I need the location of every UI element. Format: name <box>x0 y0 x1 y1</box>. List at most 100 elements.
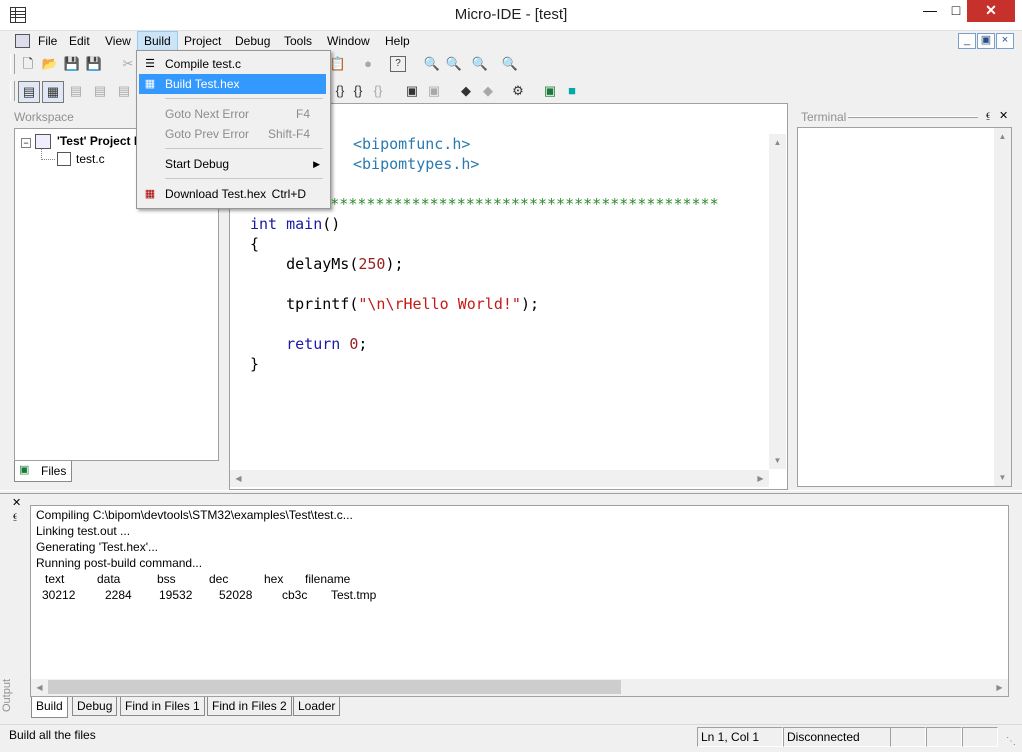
menu-item-label: Goto Next Error <box>165 107 250 121</box>
menu-item-compile[interactable]: ☰ Compile test.c <box>139 54 326 74</box>
output-pin-icon[interactable]: ⍷ <box>12 510 19 523</box>
output-toggle-icon[interactable]: ▦ <box>42 81 64 103</box>
output-close-icon[interactable]: ✕ <box>12 496 21 509</box>
menu-edit[interactable]: Edit <box>63 32 96 50</box>
tree-project-label[interactable]: 'Test' Project F <box>57 134 141 148</box>
menu-help[interactable]: Help <box>379 32 416 50</box>
menu-project[interactable]: Project <box>178 32 227 50</box>
output-tab-loader[interactable]: Loader <box>293 697 341 716</box>
find-prev-icon[interactable]: 🔍 <box>470 54 490 74</box>
document-icon[interactable] <box>15 34 30 48</box>
terminal-area[interactable]: ▲ ▼ <box>797 127 1012 487</box>
compile-toolbar-icon[interactable]: ▣ <box>402 81 422 101</box>
menu-item-shortcut: F4 <box>295 107 310 121</box>
size-value-hex: cb3c <box>282 588 308 602</box>
find-next-icon[interactable]: 🔍 <box>444 54 464 74</box>
step-over-icon[interactable]: {} <box>348 81 368 101</box>
find-in-files-icon[interactable]: 🔍 <box>500 54 520 74</box>
maximize-button[interactable]: □ <box>945 0 967 22</box>
paste-icon[interactable]: 📋 <box>328 54 348 74</box>
run-icon[interactable]: ◆ <box>456 81 476 101</box>
save-icon[interactable]: 💾 <box>62 54 82 74</box>
output-line: Linking test.out ... <box>36 524 131 538</box>
braces-icon[interactable]: {} <box>330 81 350 101</box>
menu-item-download[interactable]: ▦ Download Test.hex Ctrl+D <box>139 184 326 204</box>
new-file-icon[interactable]: 🗋 <box>18 54 38 74</box>
files-icon: ▣ <box>19 464 30 476</box>
workspace-tab-files[interactable]: ▣ Files <box>14 461 72 482</box>
terminal-pin-icon[interactable]: ⍷ <box>985 109 992 122</box>
terminal-title: Terminal <box>801 110 847 124</box>
mdi-minimize-button[interactable]: _ <box>958 33 976 49</box>
submenu-arrow-icon: ▶ <box>313 159 320 169</box>
close-button[interactable]: ✕ <box>967 0 1015 22</box>
mdi-restore-button[interactable]: ▣ <box>977 33 995 49</box>
output-tab-build[interactable]: Build <box>31 697 68 718</box>
menu-tools[interactable]: Tools <box>278 32 318 50</box>
menu-item-start-debug[interactable]: Start Debug ▶ <box>139 154 326 174</box>
help-icon[interactable]: ? <box>390 56 406 72</box>
scroll-down-arrow[interactable]: ▼ <box>769 452 786 469</box>
minimize-button[interactable]: — <box>915 0 945 22</box>
settings-icon[interactable]: ⚙ <box>508 81 528 101</box>
build-menu: ☰ Compile test.c ▦ Build Test.hex Goto N… <box>136 50 331 209</box>
resize-grip[interactable]: ⋱ <box>1006 736 1016 747</box>
output-scroll-right[interactable]: ▶ <box>991 679 1008 696</box>
menu-item-label: Compile test.c <box>165 57 242 71</box>
scroll-right-arrow[interactable]: ▶ <box>752 470 769 487</box>
code-line: { <box>250 234 259 254</box>
compile-icon: ☰ <box>145 58 155 70</box>
mdi-close-button[interactable]: × <box>996 33 1014 49</box>
collapse-toggle[interactable]: − <box>21 138 31 148</box>
open-folder-icon[interactable]: 📂 <box>40 54 60 74</box>
editor-horizontal-scrollbar[interactable]: ◀ ▶ <box>230 470 769 487</box>
output-scroll-thumb[interactable] <box>48 680 621 694</box>
terminal-close-icon[interactable]: ✕ <box>999 109 1008 122</box>
window-icon[interactable]: ▤ <box>90 81 110 101</box>
size-header-dec: dec <box>209 572 229 586</box>
output-tab-find-in-files-1[interactable]: Find in Files 1 <box>120 697 205 716</box>
cut-icon[interactable]: ✂ <box>118 54 138 74</box>
code-token: delayMs( <box>250 255 359 273</box>
output-horizontal-scrollbar[interactable]: ◀ ▶ <box>31 679 1008 696</box>
editor-vertical-scrollbar[interactable]: ▲ ▼ <box>769 134 786 469</box>
code-line: tprintf("\n\rHello World!"); <box>250 294 539 314</box>
menu-view[interactable]: View <box>99 32 137 50</box>
menu-item-build[interactable]: ▦ Build Test.hex <box>139 74 326 94</box>
terminal-scrollbar[interactable]: ▲ ▼ <box>994 128 1011 486</box>
step-out-icon[interactable]: {} <box>368 81 388 101</box>
scroll-up-arrow[interactable]: ▲ <box>769 134 786 151</box>
build-toolbar-icon[interactable]: ▣ <box>424 81 444 101</box>
splitter[interactable] <box>0 490 1022 494</box>
code-line: } <box>250 354 259 374</box>
menu-window[interactable]: Window <box>321 32 376 50</box>
code-token: <bipomtypes.h> <box>353 155 480 173</box>
tree-file-label[interactable]: test.c <box>76 152 105 166</box>
list-icon[interactable]: ▤ <box>66 81 86 101</box>
find-icon[interactable]: 🔍 <box>422 54 442 74</box>
menu-file[interactable]: File <box>32 32 63 50</box>
output-tab-debug[interactable]: Debug <box>72 697 118 716</box>
terminal-icon[interactable]: ▣ <box>540 81 560 101</box>
menu-build[interactable]: Build <box>137 31 178 51</box>
window-title: Micro-IDE - [test] <box>454 6 568 23</box>
save-all-icon[interactable]: 💾 <box>84 54 104 74</box>
output-scroll-left[interactable]: ◀ <box>31 679 48 696</box>
workspace-toggle-icon[interactable]: ▤ <box>18 81 40 103</box>
status-cell-empty <box>962 727 998 747</box>
stop-icon[interactable]: ● <box>358 54 378 74</box>
menu-debug[interactable]: Debug <box>229 32 276 50</box>
scroll-left-arrow[interactable]: ◀ <box>230 470 247 487</box>
stop-build-icon[interactable]: ◆ <box>478 81 498 101</box>
output-line: Compiling C:\bipom\devtools\STM32\exampl… <box>36 508 353 522</box>
code-line: <bipomtypes.h> <box>353 154 479 174</box>
terminal-scroll-up[interactable]: ▲ <box>994 128 1011 145</box>
code-token: () <box>322 215 341 233</box>
terminal-scroll-down[interactable]: ▼ <box>994 469 1011 486</box>
monitor-icon[interactable]: ■ <box>562 81 582 101</box>
code-line: <bipomfunc.h> <box>353 134 470 154</box>
watch-icon[interactable]: ▤ <box>114 81 134 101</box>
title-bar: Micro-IDE - [test] — □ ✕ <box>0 0 1022 31</box>
output-tab-find-in-files-2[interactable]: Find in Files 2 <box>207 697 292 716</box>
